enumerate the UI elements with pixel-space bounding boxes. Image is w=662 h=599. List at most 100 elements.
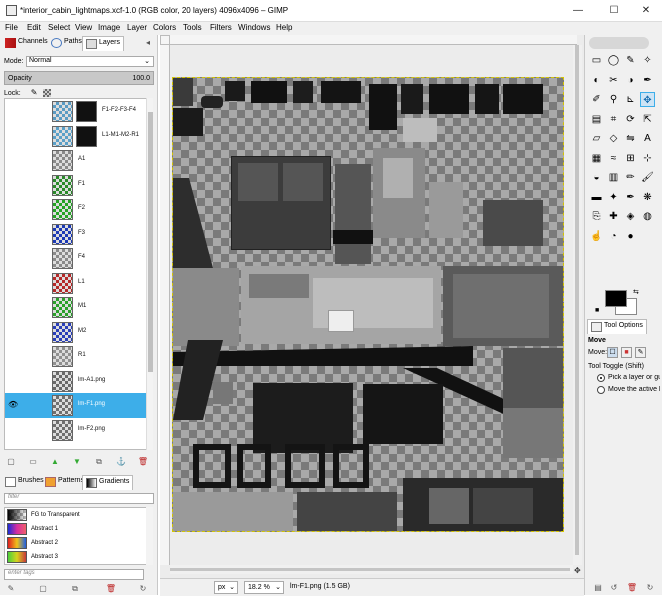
- free-select-icon[interactable]: ✎: [623, 53, 638, 68]
- color-picker-icon[interactable]: ✐: [589, 92, 604, 107]
- perspective-icon[interactable]: ◇: [606, 131, 621, 146]
- zoom-icon[interactable]: ⚲: [606, 92, 621, 107]
- visibility-eye-icon[interactable]: [8, 271, 19, 295]
- reset-options-icon[interactable]: ↻: [643, 581, 657, 595]
- perspective-clone-icon[interactable]: ◈: [623, 209, 638, 224]
- dock-menu-icon[interactable]: ◂: [146, 38, 150, 47]
- layer-row[interactable]: R1: [5, 344, 146, 369]
- canvas-hscroll-thumb[interactable]: [170, 568, 570, 571]
- menu-help[interactable]: Help: [276, 23, 292, 32]
- unified-transform-icon[interactable]: ⊞: [623, 151, 638, 166]
- layers-scroll-thumb[interactable]: [148, 112, 153, 372]
- visibility-eye-icon[interactable]: [8, 124, 19, 148]
- tab-channels[interactable]: Channels: [2, 36, 51, 51]
- delete-layer-icon[interactable]: 🗑: [136, 455, 150, 469]
- align-icon[interactable]: ▤: [589, 112, 604, 127]
- visibility-eye-icon[interactable]: [8, 222, 19, 246]
- tab-paths[interactable]: Paths: [48, 36, 85, 51]
- gradient-item[interactable]: Abstract 2: [5, 536, 146, 550]
- layer-row[interactable]: L1-M1-M2-R1: [5, 124, 146, 149]
- canvas-horizontal-scrollbar[interactable]: [170, 565, 573, 574]
- layer-row[interactable]: 👁 lm-F1.png: [5, 393, 146, 418]
- save-options-icon[interactable]: ▤: [591, 581, 605, 595]
- eraser-icon[interactable]: ▬: [589, 190, 604, 205]
- menu-select[interactable]: Select: [48, 23, 70, 32]
- swap-colors-icon[interactable]: ⇆: [633, 288, 639, 296]
- flip-icon[interactable]: ⇋: [623, 131, 638, 146]
- lower-layer-icon[interactable]: ▼: [70, 455, 84, 469]
- visibility-eye-icon[interactable]: [8, 173, 19, 197]
- blur-icon[interactable]: ◍: [640, 209, 655, 224]
- edit-gradient-icon[interactable]: ✎: [4, 582, 18, 596]
- layer-row[interactable]: lm-A1.png: [5, 369, 146, 394]
- restore-options-icon[interactable]: ↺: [607, 581, 621, 595]
- delete-options-icon[interactable]: 🗑: [625, 581, 639, 595]
- measure-icon[interactable]: ⊾: [623, 92, 638, 107]
- layer-row[interactable]: F1-F2-F3-F4: [5, 99, 146, 124]
- move-layer-toggle[interactable]: ☐: [607, 347, 618, 358]
- duplicate-layer-icon[interactable]: ⧉: [92, 455, 106, 469]
- tab-layers[interactable]: Layers: [82, 36, 125, 51]
- fuzzy-select-icon[interactable]: ✧: [640, 53, 655, 68]
- move-path-toggle[interactable]: ✎: [635, 347, 646, 358]
- bucket-fill-icon[interactable]: ◒: [589, 170, 604, 185]
- canvas-vscroll-thumb[interactable]: [575, 45, 579, 555]
- canvas-vertical-scrollbar[interactable]: [573, 45, 582, 565]
- visibility-eye-icon[interactable]: [8, 369, 19, 393]
- paintbrush-icon[interactable]: 🖌: [640, 170, 655, 185]
- lock-pixels-icon[interactable]: ✎: [31, 88, 38, 97]
- visibility-eye-icon[interactable]: [8, 246, 19, 270]
- layer-row[interactable]: L1: [5, 271, 146, 296]
- tags-input[interactable]: enter tags: [4, 569, 144, 580]
- mode-select[interactable]: Normal ⌄: [26, 56, 154, 67]
- warp-icon[interactable]: ≈: [606, 151, 621, 166]
- layer-row[interactable]: F3: [5, 222, 146, 247]
- menu-edit[interactable]: Edit: [27, 23, 41, 32]
- move-selection-toggle[interactable]: ■: [621, 347, 632, 358]
- refresh-gradients-icon[interactable]: ↻: [136, 582, 150, 596]
- visibility-eye-icon[interactable]: [8, 148, 19, 172]
- move-tool-icon[interactable]: ✥: [640, 92, 655, 107]
- duplicate-gradient-icon[interactable]: ⧉: [68, 582, 82, 596]
- opacity-slider[interactable]: Opacity 100.0: [4, 71, 154, 85]
- color-select-icon[interactable]: ◐: [589, 73, 604, 88]
- visibility-eye-icon[interactable]: [8, 344, 19, 368]
- layer-row[interactable]: F4: [5, 246, 146, 271]
- delete-gradient-icon[interactable]: 🗑: [104, 582, 118, 596]
- layer-mask-thumbnail[interactable]: [76, 101, 97, 122]
- anchor-layer-icon[interactable]: ⚓: [114, 455, 128, 469]
- airbrush-icon[interactable]: ✦: [606, 190, 621, 205]
- tab-patterns[interactable]: Patterns: [42, 475, 87, 490]
- heal-icon[interactable]: ✚: [606, 209, 621, 224]
- visibility-eye-icon[interactable]: [8, 418, 19, 442]
- layer-row[interactable]: M1: [5, 295, 146, 320]
- filter-input[interactable]: filter: [4, 493, 154, 504]
- horizontal-ruler[interactable]: [170, 35, 577, 45]
- foreground-color-swatch[interactable]: [605, 290, 627, 307]
- gradient-item[interactable]: FG to Transparent: [5, 508, 146, 522]
- crop-icon[interactable]: ⌗: [606, 112, 621, 127]
- pencil-icon[interactable]: ✏: [623, 170, 638, 185]
- foreground-select-icon[interactable]: ◑: [623, 73, 638, 88]
- layers-scrollbar[interactable]: [146, 98, 153, 450]
- gradient-item[interactable]: Abstract 1: [5, 522, 146, 536]
- new-layer-group-icon[interactable]: ▭: [26, 455, 40, 469]
- ink-icon[interactable]: ✒: [623, 190, 638, 205]
- minimize-button[interactable]: —: [562, 0, 594, 22]
- vertical-ruler[interactable]: [160, 45, 170, 565]
- gradients-scrollbar[interactable]: [146, 507, 153, 565]
- handle-transform-icon[interactable]: ⊹: [640, 151, 655, 166]
- tab-brushes[interactable]: Brushes: [2, 475, 47, 490]
- pick-layer-radio[interactable]: [597, 374, 605, 382]
- close-button[interactable]: ✕: [630, 0, 662, 22]
- ellipse-select-icon[interactable]: ◯: [606, 53, 621, 68]
- rect-select-icon[interactable]: ▭: [589, 53, 604, 68]
- cage-icon[interactable]: ▦: [589, 151, 604, 166]
- lock-alpha-icon[interactable]: [43, 89, 52, 98]
- shear-icon[interactable]: ▱: [589, 131, 604, 146]
- tab-tool-options[interactable]: Tool Options: [587, 319, 647, 334]
- layer-row[interactable]: M2: [5, 320, 146, 345]
- reset-colors-icon[interactable]: ■: [595, 307, 599, 314]
- zoom-select[interactable]: 18.2 % ⌄: [244, 581, 284, 594]
- layer-row[interactable]: lm-F2.png: [5, 418, 146, 443]
